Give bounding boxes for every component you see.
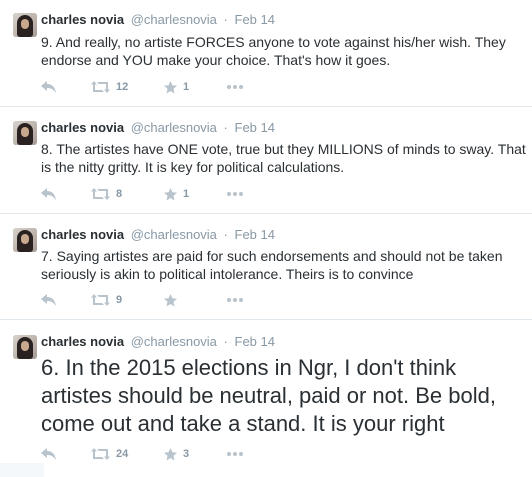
author-name[interactable]: charles novia xyxy=(41,120,124,135)
separator: · xyxy=(223,12,228,27)
more-dots-icon xyxy=(227,192,243,196)
retweet-count: 8 xyxy=(116,188,123,200)
avatar[interactable] xyxy=(13,228,37,252)
tweet-text: 6. In the 2015 elections in Ngr, I don't… xyxy=(41,355,496,436)
more-dots-icon xyxy=(227,452,243,456)
reply-icon xyxy=(41,448,56,460)
tweet-timeline: charles novia @charlesnovia · Feb 14 9. … xyxy=(0,0,532,477)
reply-button[interactable] xyxy=(41,79,56,95)
tweet-time[interactable]: Feb 14 xyxy=(235,227,275,242)
reply-button[interactable] xyxy=(41,292,56,308)
retweet-button[interactable]: 8 xyxy=(91,186,122,202)
star-icon xyxy=(164,80,177,93)
tweet-header: charles novia @charlesnovia · Feb 14 xyxy=(41,120,275,136)
more-dots-icon xyxy=(227,85,243,89)
separator: · xyxy=(223,334,228,349)
retweet-icon xyxy=(91,81,110,93)
favorite-button[interactable] xyxy=(164,292,183,308)
tweet-text: 9. And really, no artiste FORCES anyone … xyxy=(41,34,506,68)
author-handle[interactable]: @charlesnovia xyxy=(131,120,217,135)
favorite-count: 3 xyxy=(183,448,190,460)
author-name[interactable]: charles novia xyxy=(41,12,124,27)
avatar[interactable] xyxy=(13,121,37,145)
author-handle[interactable]: @charlesnovia xyxy=(131,12,217,27)
favorite-button[interactable]: 1 xyxy=(164,79,189,95)
author-name[interactable]: charles novia xyxy=(41,227,124,242)
tweet-actions: 24 3 xyxy=(41,446,341,462)
more-button[interactable] xyxy=(227,446,243,462)
reply-icon xyxy=(41,294,56,306)
star-icon xyxy=(164,447,177,460)
author-handle[interactable]: @charlesnovia xyxy=(131,227,217,242)
more-button[interactable] xyxy=(227,186,243,202)
avatar[interactable] xyxy=(13,13,37,37)
tweet-text: 7. Saying artistes are paid for such end… xyxy=(41,248,503,282)
retweet-count: 24 xyxy=(116,448,129,460)
separator: · xyxy=(223,120,228,135)
avatar[interactable] xyxy=(13,335,37,359)
tweet[interactable]: charles novia @charlesnovia · Feb 14 7. … xyxy=(0,214,532,320)
tweet-time[interactable]: Feb 14 xyxy=(235,12,275,27)
tweet-time[interactable]: Feb 14 xyxy=(235,334,275,349)
reply-icon xyxy=(41,81,56,93)
reply-button[interactable] xyxy=(41,446,56,462)
tweet[interactable]: charles novia @charlesnovia · Feb 14 9. … xyxy=(0,0,532,107)
retweet-count: 9 xyxy=(116,294,123,306)
footer-strip xyxy=(0,463,44,477)
tweet-header: charles novia @charlesnovia · Feb 14 xyxy=(41,227,275,243)
tweet-header: charles novia @charlesnovia · Feb 14 xyxy=(41,12,275,28)
more-button[interactable] xyxy=(227,79,243,95)
reply-icon xyxy=(41,188,56,200)
author-handle[interactable]: @charlesnovia xyxy=(131,334,217,349)
tweet-actions: 8 1 xyxy=(41,186,341,202)
more-dots-icon xyxy=(227,298,243,302)
tweet-header: charles novia @charlesnovia · Feb 14 xyxy=(41,334,275,350)
more-button[interactable] xyxy=(227,292,243,308)
retweet-button[interactable]: 9 xyxy=(91,292,122,308)
tweet-actions: 9 xyxy=(41,292,341,308)
retweet-button[interactable]: 12 xyxy=(91,79,128,95)
star-icon xyxy=(164,187,177,200)
favorite-button[interactable]: 1 xyxy=(164,186,189,202)
favorite-count: 1 xyxy=(183,188,190,200)
reply-button[interactable] xyxy=(41,186,56,202)
retweet-button[interactable]: 24 xyxy=(91,446,128,462)
tweet-actions: 12 1 xyxy=(41,79,341,95)
author-name[interactable]: charles novia xyxy=(41,334,124,349)
tweet-time[interactable]: Feb 14 xyxy=(235,120,275,135)
retweet-icon xyxy=(91,294,110,306)
tweet[interactable]: charles novia @charlesnovia · Feb 14 8. … xyxy=(0,107,532,214)
star-icon xyxy=(164,293,177,306)
retweet-icon xyxy=(91,448,110,460)
tweet-text: 8. The artistes have ONE vote, true but … xyxy=(41,141,526,175)
favorite-button[interactable]: 3 xyxy=(164,446,189,462)
favorite-count: 1 xyxy=(183,81,190,93)
tweet[interactable]: charles novia @charlesnovia · Feb 14 6. … xyxy=(0,320,532,477)
retweet-count: 12 xyxy=(116,81,129,93)
retweet-icon xyxy=(91,188,110,200)
separator: · xyxy=(223,227,228,242)
